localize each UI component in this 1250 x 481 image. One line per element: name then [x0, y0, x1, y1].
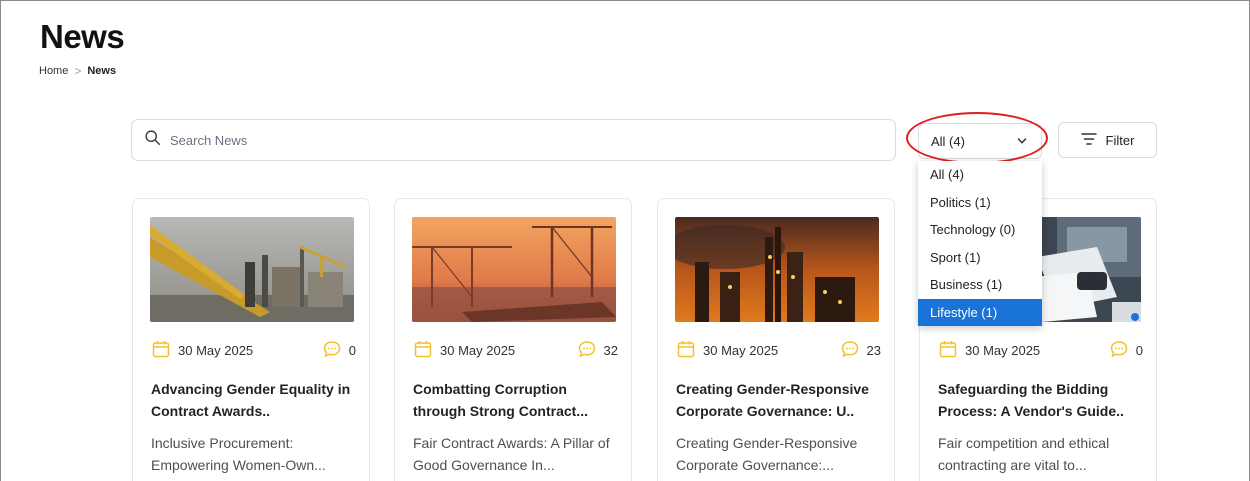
comment-icon [323, 340, 341, 361]
breadcrumb-home[interactable]: Home [39, 65, 68, 77]
comment-count: 0 [348, 343, 356, 358]
card-title[interactable]: Advancing Gender Equality in Contract Aw… [151, 378, 356, 422]
offshore-rig-image[interactable] [150, 217, 354, 322]
card-excerpt: Inclusive Procurement: Empowering Women-… [151, 435, 326, 473]
card-title[interactable]: Combatting Corruption through Strong Con… [413, 378, 618, 422]
comment-icon [1110, 340, 1128, 361]
card-date: 30 May 2025 [965, 343, 1041, 358]
card-title[interactable]: Safeguarding the Bidding Process: A Vend… [938, 378, 1143, 422]
search-input[interactable] [170, 132, 850, 148]
card-meta: 30 May 2025 32 [414, 340, 618, 361]
dropdown-option-all[interactable]: All (4) [918, 161, 1042, 189]
calendar-icon [414, 340, 432, 361]
news-card[interactable]: 30 May 2025 23 Creating Gender-Responsiv… [657, 198, 895, 481]
card-excerpt: Fair competition and ethical contracting… [938, 435, 1110, 473]
search-icon [144, 129, 161, 151]
category-select[interactable]: All (4) [918, 123, 1042, 159]
dropdown-option-politics[interactable]: Politics (1) [918, 189, 1042, 217]
chevron-down-icon [1017, 134, 1027, 149]
breadcrumb-separator: > [74, 64, 82, 78]
breadcrumb-current: News [87, 65, 117, 77]
card-excerpt: Fair Contract Awards: A Pillar of Good G… [413, 435, 610, 473]
filter-button[interactable]: Filter [1058, 122, 1157, 158]
dropdown-option-business[interactable]: Business (1) [918, 271, 1042, 299]
breadcrumb: Home > News [39, 64, 116, 78]
comment-count: 32 [603, 343, 618, 358]
comment-icon [578, 340, 596, 361]
dropdown-option-technology[interactable]: Technology (0) [918, 216, 1042, 244]
filter-icon [1080, 132, 1097, 149]
filter-button-label: Filter [1105, 132, 1135, 148]
comment-count: 23 [866, 343, 881, 358]
calendar-icon [677, 340, 695, 361]
category-dropdown-menu: All (4) Politics (1) Technology (0) Spor… [918, 161, 1042, 326]
calendar-icon [152, 340, 170, 361]
card-title[interactable]: Creating Gender-Responsive Corporate Gov… [676, 378, 881, 422]
card-meta: 30 May 2025 23 [677, 340, 881, 361]
card-date: 30 May 2025 [178, 343, 254, 358]
category-select-value: All (4) [931, 133, 965, 149]
news-card[interactable]: 30 May 2025 32 Combatting Corruption thr… [394, 198, 632, 481]
card-meta: 30 May 2025 0 [152, 340, 356, 361]
comment-icon [841, 340, 859, 361]
search-bar[interactable] [131, 119, 896, 161]
card-date: 30 May 2025 [703, 343, 779, 358]
news-card[interactable]: 30 May 2025 0 Advancing Gender Equality … [132, 198, 370, 481]
dropdown-option-sport[interactable]: Sport (1) [918, 244, 1042, 272]
calendar-icon [939, 340, 957, 361]
port-cranes-image[interactable] [412, 217, 616, 322]
page-title: News [40, 18, 125, 55]
card-excerpt: Creating Gender-Responsive Corporate Gov… [676, 435, 858, 473]
card-meta: 30 May 2025 0 [939, 340, 1143, 361]
comment-count: 0 [1135, 343, 1143, 358]
dropdown-option-lifestyle[interactable]: Lifestyle (1) [918, 298, 1042, 326]
refinery-night-image[interactable] [675, 217, 879, 322]
card-date: 30 May 2025 [440, 343, 516, 358]
